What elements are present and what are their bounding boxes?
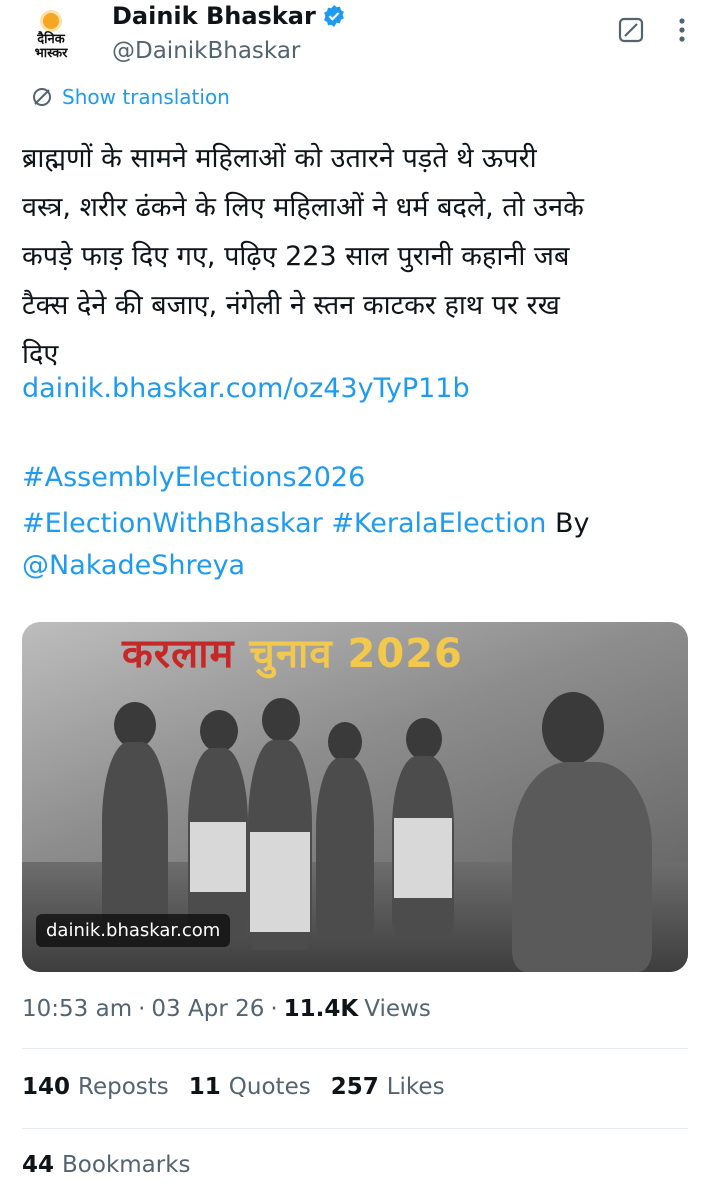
quotes-label: Quotes [228, 1074, 311, 1100]
likes-label: Likes [386, 1074, 445, 1100]
avatar-logo-line2: भास्कर [34, 46, 68, 61]
hashtag-assembly-elections[interactable]: #AssemblyElections2026 [22, 462, 365, 493]
photo-figure [316, 758, 374, 938]
photo-figure [102, 742, 168, 942]
verified-badge-icon [323, 5, 344, 27]
divider [22, 1128, 688, 1129]
author-handle[interactable]: @DainikBhaskar [112, 38, 300, 64]
media-domain-badge: dainik.bhaskar.com [36, 914, 231, 947]
by-text: By [554, 508, 590, 539]
photo-woman-head [542, 692, 604, 764]
tweet-text: ब्राह्मणों के सामने महिलाओं को उतारने पड… [22, 143, 584, 370]
sun-logo-icon [43, 13, 59, 29]
meta-separator: · [138, 996, 146, 1022]
photo-woman [512, 762, 652, 972]
hashtag-kerala-election[interactable]: #KeralaElection [331, 508, 546, 539]
show-translation-button[interactable]: Show translation [30, 85, 230, 109]
reposts-stat[interactable]: 140 Reposts [22, 1074, 169, 1100]
translate-icon [33, 88, 51, 106]
tweet-date[interactable]: 03 Apr 26 [151, 996, 264, 1022]
photo-cloth [190, 822, 246, 892]
reposts-count: 140 [22, 1074, 71, 1100]
tweet-time[interactable]: 10:53 am [22, 996, 132, 1022]
views-label: Views [364, 996, 431, 1022]
quotes-stat[interactable]: 11 Quotes [189, 1074, 311, 1100]
engagement-stats: 140 Reposts 11 Quotes 257 Likes [22, 1074, 465, 1100]
divider [22, 1048, 688, 1049]
author-name-row[interactable]: Dainik Bhaskar [112, 2, 346, 30]
more-options-icon[interactable] [672, 16, 692, 44]
grok-icon[interactable] [617, 16, 645, 44]
quotes-count: 11 [188, 1074, 221, 1100]
photo-figure-head [262, 698, 300, 742]
photo-cloth [250, 832, 310, 932]
bookmarks-count: 44 [22, 1152, 55, 1178]
likes-stat[interactable]: 257 Likes [331, 1074, 445, 1100]
photo-figure-head [328, 722, 362, 762]
bookmarks-label: Bookmarks [62, 1152, 191, 1178]
tweet-link[interactable]: dainik.bhaskar.com/oz43yTyP11b [22, 373, 470, 404]
tweet-media-card[interactable]: करलाम चुनाव 2026 dainik.bhaskar.com [22, 622, 688, 972]
photo-cloth [394, 818, 452, 898]
photo-figure-head [200, 710, 238, 752]
media-title-yellow: चुनाव 2026 [249, 631, 463, 677]
views-count: 11.4K [283, 996, 359, 1022]
avatar-logo-line1: दैनिक [37, 32, 65, 47]
bookmarks-stat[interactable]: 44 Bookmarks [22, 1152, 191, 1178]
likes-count: 257 [330, 1074, 379, 1100]
hashtag-row: #ElectionWithBhaskar #KeralaElection By [22, 508, 589, 539]
reposts-label: Reposts [78, 1074, 169, 1100]
show-translation-label[interactable]: Show translation [62, 85, 230, 109]
hashtag-election-with-bhaskar[interactable]: #ElectionWithBhaskar [22, 508, 323, 539]
author-avatar[interactable]: दैनिक भास्कर [20, 6, 82, 68]
tweet-header: दैनिक भास्कर Dainik Bhaskar @DainikBhask… [0, 0, 709, 80]
photo-figure-head [406, 718, 442, 760]
mention-author[interactable]: @NakadeShreya [22, 550, 245, 581]
meta-separator: · [270, 996, 278, 1022]
author-display-name[interactable]: Dainik Bhaskar [112, 2, 316, 30]
media-title-red: करलाम [122, 631, 235, 677]
media-title: करलाम चुनाव 2026 [122, 624, 463, 679]
tweet-meta: 10:53 am · 03 Apr 26 · 11.4K Views [22, 996, 431, 1022]
